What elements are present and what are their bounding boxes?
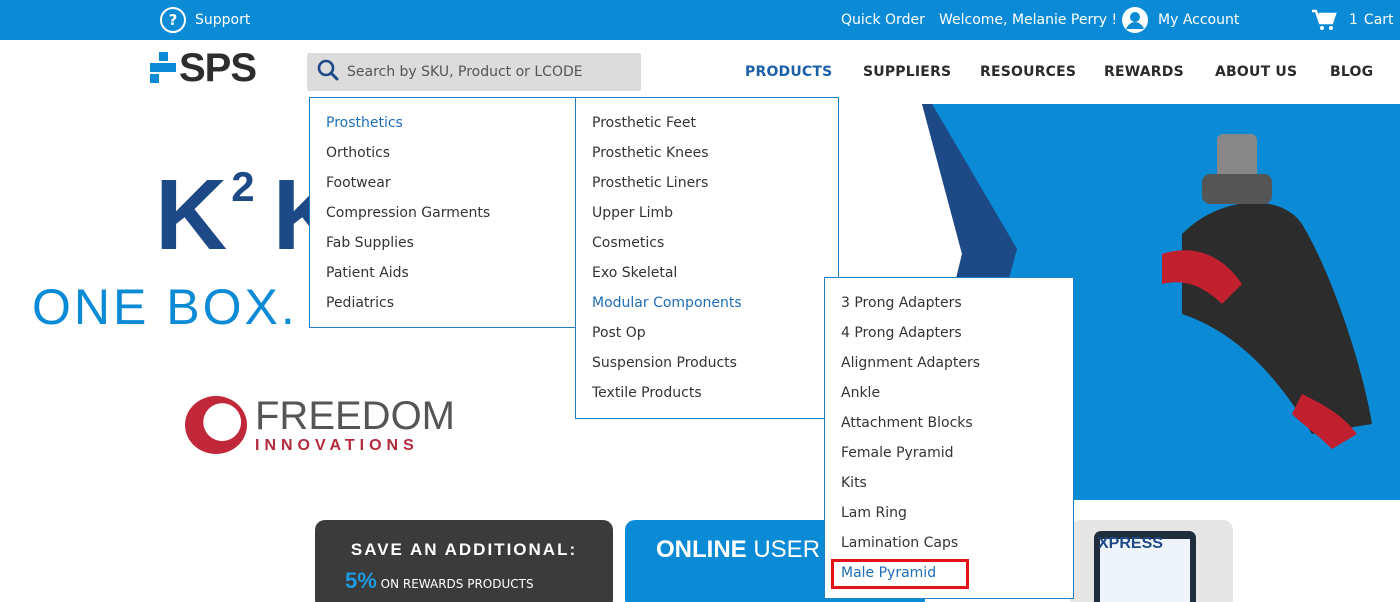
menu-item-orthotics[interactable]: Orthotics [310,138,575,168]
quick-order-label: Quick Order [841,12,925,28]
welcome-text: Welcome, Melanie Perry ! [939,0,1117,40]
promo-xpress-card[interactable]: XPRESS [1070,520,1233,602]
menu-item-4-prong-adapters[interactable]: 4 Prong Adapters [825,318,1073,348]
promo-rewards-title: SAVE AN ADDITIONAL: [350,540,578,559]
my-account-link[interactable]: My Account [1122,0,1239,40]
menu-item-ankle[interactable]: Ankle [825,378,1073,408]
menu-item-exo-skeletal[interactable]: Exo Skeletal [576,258,838,288]
user-icon [1122,7,1148,33]
brand-name: FREEDOM [255,394,455,438]
top-bar: ? Support Quick Order Welcome, Melanie P… [0,0,1400,40]
menu-item-female-pyramid[interactable]: Female Pyramid [825,438,1073,468]
menu-item-post-op[interactable]: Post Op [576,318,838,348]
logo-text: SPS [179,46,257,90]
cart-icon [1312,9,1337,31]
menu-item-attachment-blocks[interactable]: Attachment Blocks [825,408,1073,438]
help-icon: ? [160,7,186,33]
cart-link[interactable]: 1 Cart [1312,0,1394,40]
my-account-label: My Account [1158,12,1240,28]
promo-online-text: ONLINE [656,536,747,563]
sps-logo[interactable]: SPS [150,46,257,90]
menu-item-alignment-adapters[interactable]: Alignment Adapters [825,348,1073,378]
tablet-image: XPRESS [1094,531,1196,602]
menu-item-prosthetic-knees[interactable]: Prosthetic Knees [576,138,838,168]
menu-item-textile-products[interactable]: Textile Products [576,378,838,408]
hero-one-box: ONE BOX. [32,279,298,335]
menu-item-prosthetic-feet[interactable]: Prosthetic Feet [576,108,838,138]
menu-item-pediatrics[interactable]: Pediatrics [310,288,575,318]
menu-item-prosthetic-liners[interactable]: Prosthetic Liners [576,168,838,198]
support-link[interactable]: ? Support [160,0,250,40]
menu-item-upper-limb[interactable]: Upper Limb [576,198,838,228]
menu-item-compression-garments[interactable]: Compression Garments [310,198,575,228]
nav-products[interactable]: PRODUCTS [745,64,832,80]
hero-k2-sup: 2 [231,163,255,210]
freedom-swoosh-icon [185,396,247,454]
promo-rewards-card[interactable]: SAVE AN ADDITIONAL: 5% ON REWARDS PRODUC… [315,520,613,602]
support-label: Support [195,12,251,28]
menu-item-lam-ring[interactable]: Lam Ring [825,498,1073,528]
search-input[interactable] [347,64,637,80]
menu-item-male-pyramid[interactable]: Male Pyramid [825,558,1073,588]
nav-suppliers[interactable]: SUPPLIERS [863,64,951,80]
menu-item-cosmetics[interactable]: Cosmetics [576,228,838,258]
menu-item-modular-components[interactable]: Modular Components [576,288,838,318]
menu-item-kits[interactable]: Kits [825,468,1073,498]
products-menu-level1: Prosthetics Orthotics Footwear Compressi… [309,97,576,328]
freedom-innovations-logo: FREEDOM INNOVATIONS [185,396,455,454]
logo-cross-icon [150,50,176,86]
menu-item-patient-aids[interactable]: Patient Aids [310,258,575,288]
nav-resources[interactable]: RESOURCES [980,64,1076,80]
promo-rewards-sub: 5% ON REWARDS PRODUCTS [345,568,613,594]
menu-item-3-prong-adapters[interactable]: 3 Prong Adapters [825,288,1073,318]
welcome-label: Welcome, Melanie Perry ! [939,12,1118,28]
search-box[interactable] [307,53,641,91]
xpress-logo: XPRESS [1098,535,1163,552]
products-menu-level3: 3 Prong Adapters 4 Prong Adapters Alignm… [824,277,1074,599]
cart-label: Cart [1363,12,1394,28]
menu-item-prosthetics[interactable]: Prosthetics [310,108,575,138]
promo-rewards-text: ON REWARDS PRODUCTS [380,577,534,591]
nav-blog[interactable]: BLOG [1330,64,1373,80]
menu-item-fab-supplies[interactable]: Fab Supplies [310,228,575,258]
promo-rewards-percent: 5% [345,568,377,593]
brand-sub: INNOVATIONS [255,437,419,454]
cart-count: 1 [1349,12,1358,28]
search-icon [317,59,339,85]
menu-item-suspension-products[interactable]: Suspension Products [576,348,838,378]
nav-rewards[interactable]: REWARDS [1104,64,1184,80]
menu-item-footwear[interactable]: Footwear [310,168,575,198]
hero-k2-text: K [155,159,228,271]
products-menu-level2: Prosthetic Feet Prosthetic Knees Prosthe… [575,97,839,419]
menu-item-lamination-caps[interactable]: Lamination Caps [825,528,1073,558]
nav-about-us[interactable]: ABOUT US [1215,64,1297,80]
quick-order-link[interactable]: Quick Order [841,0,925,40]
